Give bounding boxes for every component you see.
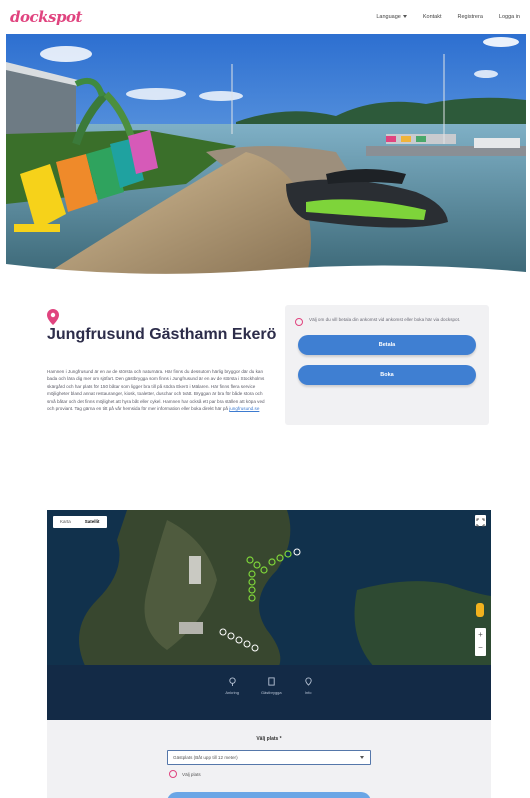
fullscreen-button[interactable] — [475, 515, 486, 527]
radio-icon — [169, 770, 177, 778]
brand-logo[interactable]: dockspot — [10, 8, 82, 26]
select-label: Välj plats * — [256, 736, 282, 742]
spot-selection-panel: Välj plats * Gästplats (Båt upp till 12 … — [47, 720, 491, 798]
legend-label-guest-dock: Gästbrygga — [260, 690, 282, 695]
booking-info-text: Välj om du vill betala din ankomst vid a… — [309, 317, 461, 322]
listing-title: Jungfrusund Gästhamn Ekerö — [47, 326, 277, 343]
listing-description: Hamnen i Jungfrusund är en av de största… — [47, 368, 267, 412]
booking-info: Välj om du vill betala din ankomst vid a… — [295, 317, 479, 326]
book-button[interactable]: Boka — [298, 365, 476, 385]
spot-select[interactable]: Gästplats (Båt upp till 12 meter) — [167, 750, 371, 765]
pay-button[interactable]: Betala — [298, 335, 476, 355]
legend-item-info: Info — [304, 677, 313, 720]
page-title: Jungfrusund Gästhamn Ekerö — [47, 307, 287, 345]
info-pin-icon — [304, 677, 312, 686]
zoom-in-button[interactable]: + — [475, 628, 486, 641]
map-legend: Ankring Gästbrygga Info — [47, 665, 491, 720]
spot-option[interactable]: Välj plats — [169, 770, 201, 778]
chevron-down-icon — [360, 756, 364, 759]
legend-label-anchoring: Ankring — [225, 690, 239, 695]
zoom-out-button[interactable]: − — [475, 641, 486, 654]
map-view[interactable]: Karta Satellit + − Ankring Gästbrygga In… — [47, 510, 491, 720]
legend-label-info: Info — [304, 690, 312, 695]
description-text: Hamnen i Jungfrusund är en av de största… — [47, 369, 265, 412]
website-link[interactable]: jungfrusund.se — [229, 406, 259, 411]
language-label: Language — [376, 14, 401, 20]
option-label: Välj plats — [182, 771, 201, 777]
legend-item-guest-dock: Gästbrygga — [261, 677, 282, 720]
chevron-down-icon — [402, 15, 407, 19]
zoom-controls: + − — [475, 628, 486, 656]
nav-contact-link[interactable]: Kontakt — [423, 14, 442, 20]
continue-button[interactable] — [167, 792, 371, 798]
dock-icon — [268, 677, 275, 686]
hero-image — [6, 34, 526, 276]
tab-satellite[interactable]: Satellit — [78, 516, 107, 528]
location-icon — [229, 677, 236, 686]
nav-register-link[interactable]: Registrera — [458, 14, 483, 20]
satellite-map — [47, 510, 491, 670]
listing-header: Jungfrusund Gästhamn Ekerö — [47, 307, 287, 345]
legend-item-anchoring: Ankring — [225, 677, 239, 720]
booking-card: Välj om du vill betala din ankomst vid a… — [285, 305, 489, 425]
radio-option[interactable] — [295, 318, 303, 326]
nav-login-link[interactable]: Logga in — [499, 14, 520, 20]
fullscreen-icon — [476, 518, 485, 527]
location-pin-icon — [47, 309, 59, 325]
main-nav: Language Kontakt Registrera Logga in — [376, 14, 520, 20]
tab-map[interactable]: Karta — [53, 516, 78, 528]
language-menu[interactable]: Language — [376, 14, 407, 20]
top-navigation-bar: dockspot Language Kontakt Registrera Log… — [0, 0, 530, 34]
street-view-pegman-icon[interactable] — [476, 603, 484, 617]
map-type-tabs: Karta Satellit — [53, 516, 107, 528]
select-value: Gästplats (Båt upp till 12 meter) — [173, 755, 238, 760]
